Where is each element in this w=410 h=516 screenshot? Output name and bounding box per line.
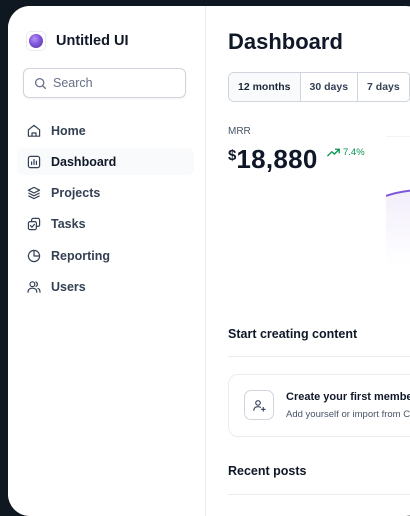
section-title-recent-posts: Recent posts bbox=[228, 464, 307, 478]
metric-change-value: 7.4% bbox=[343, 147, 365, 158]
user-plus-icon bbox=[244, 390, 274, 420]
section-title-create: Start creating content bbox=[228, 327, 358, 341]
sidebar: Untitled UI Home Dashboard bbox=[8, 6, 206, 516]
metric-value: $18,880 bbox=[228, 144, 318, 175]
sidebar-item-home[interactable]: Home bbox=[17, 117, 194, 144]
app-window: Untitled UI Home Dashboard bbox=[8, 6, 410, 516]
search-icon bbox=[34, 77, 47, 89]
sidebar-item-label: Projects bbox=[51, 186, 101, 201]
app-name: Untitled UI bbox=[56, 33, 129, 49]
layers-icon bbox=[27, 186, 41, 200]
create-member-card[interactable]: Create your first member Add yourself or… bbox=[228, 374, 410, 437]
sidebar-item-label: Dashboard bbox=[51, 154, 117, 169]
sidebar-item-label: Home bbox=[51, 123, 86, 138]
sidebar-item-tasks[interactable]: Tasks bbox=[17, 211, 194, 238]
users-icon bbox=[27, 281, 41, 293]
trend-up-icon bbox=[327, 148, 340, 157]
chart-gridline bbox=[386, 136, 410, 137]
tab-12-months[interactable]: 12 months bbox=[229, 73, 301, 101]
pie-chart-icon bbox=[27, 249, 41, 262]
currency-symbol: $ bbox=[228, 147, 237, 164]
tab-30-days[interactable]: 30 days bbox=[300, 73, 359, 101]
search-input[interactable] bbox=[53, 76, 173, 90]
logo[interactable]: Untitled UI bbox=[26, 31, 129, 51]
chart-area bbox=[386, 190, 410, 266]
metric-change-badge: 7.4% bbox=[327, 147, 365, 158]
sidebar-item-label: Reporting bbox=[51, 248, 111, 263]
mrr-chart bbox=[386, 189, 410, 266]
check-square-icon bbox=[27, 218, 41, 231]
card-title: Create your first member bbox=[286, 391, 410, 403]
page-title: Dashboard bbox=[228, 29, 343, 54]
sidebar-item-dashboard[interactable]: Dashboard bbox=[17, 148, 194, 176]
logo-icon bbox=[26, 31, 46, 51]
bar-chart-icon bbox=[27, 155, 41, 168]
metric-label: MRR bbox=[228, 126, 251, 137]
search-box[interactable] bbox=[23, 68, 186, 98]
sidebar-item-users[interactable]: Users bbox=[17, 273, 194, 300]
sidebar-item-reporting[interactable]: Reporting bbox=[17, 242, 194, 269]
tab-7-days[interactable]: 7 days bbox=[358, 73, 410, 101]
card-subtitle: Add yourself or import from CSV bbox=[286, 409, 410, 420]
metric-number: 18,880 bbox=[236, 144, 318, 174]
sidebar-item-label: Tasks bbox=[51, 217, 86, 232]
sidebar-item-label: Users bbox=[51, 279, 86, 294]
section-divider bbox=[228, 494, 410, 495]
sidebar-nav: Home Dashboard Projects Tasks Reporting … bbox=[17, 117, 194, 305]
sidebar-item-projects[interactable]: Projects bbox=[17, 180, 194, 207]
section-divider bbox=[228, 356, 410, 357]
time-range-tabs: 12 months 30 days 7 days bbox=[228, 72, 410, 102]
home-icon bbox=[27, 124, 41, 137]
main-content: Dashboard 12 months 30 days 7 days MRR $… bbox=[206, 6, 410, 516]
